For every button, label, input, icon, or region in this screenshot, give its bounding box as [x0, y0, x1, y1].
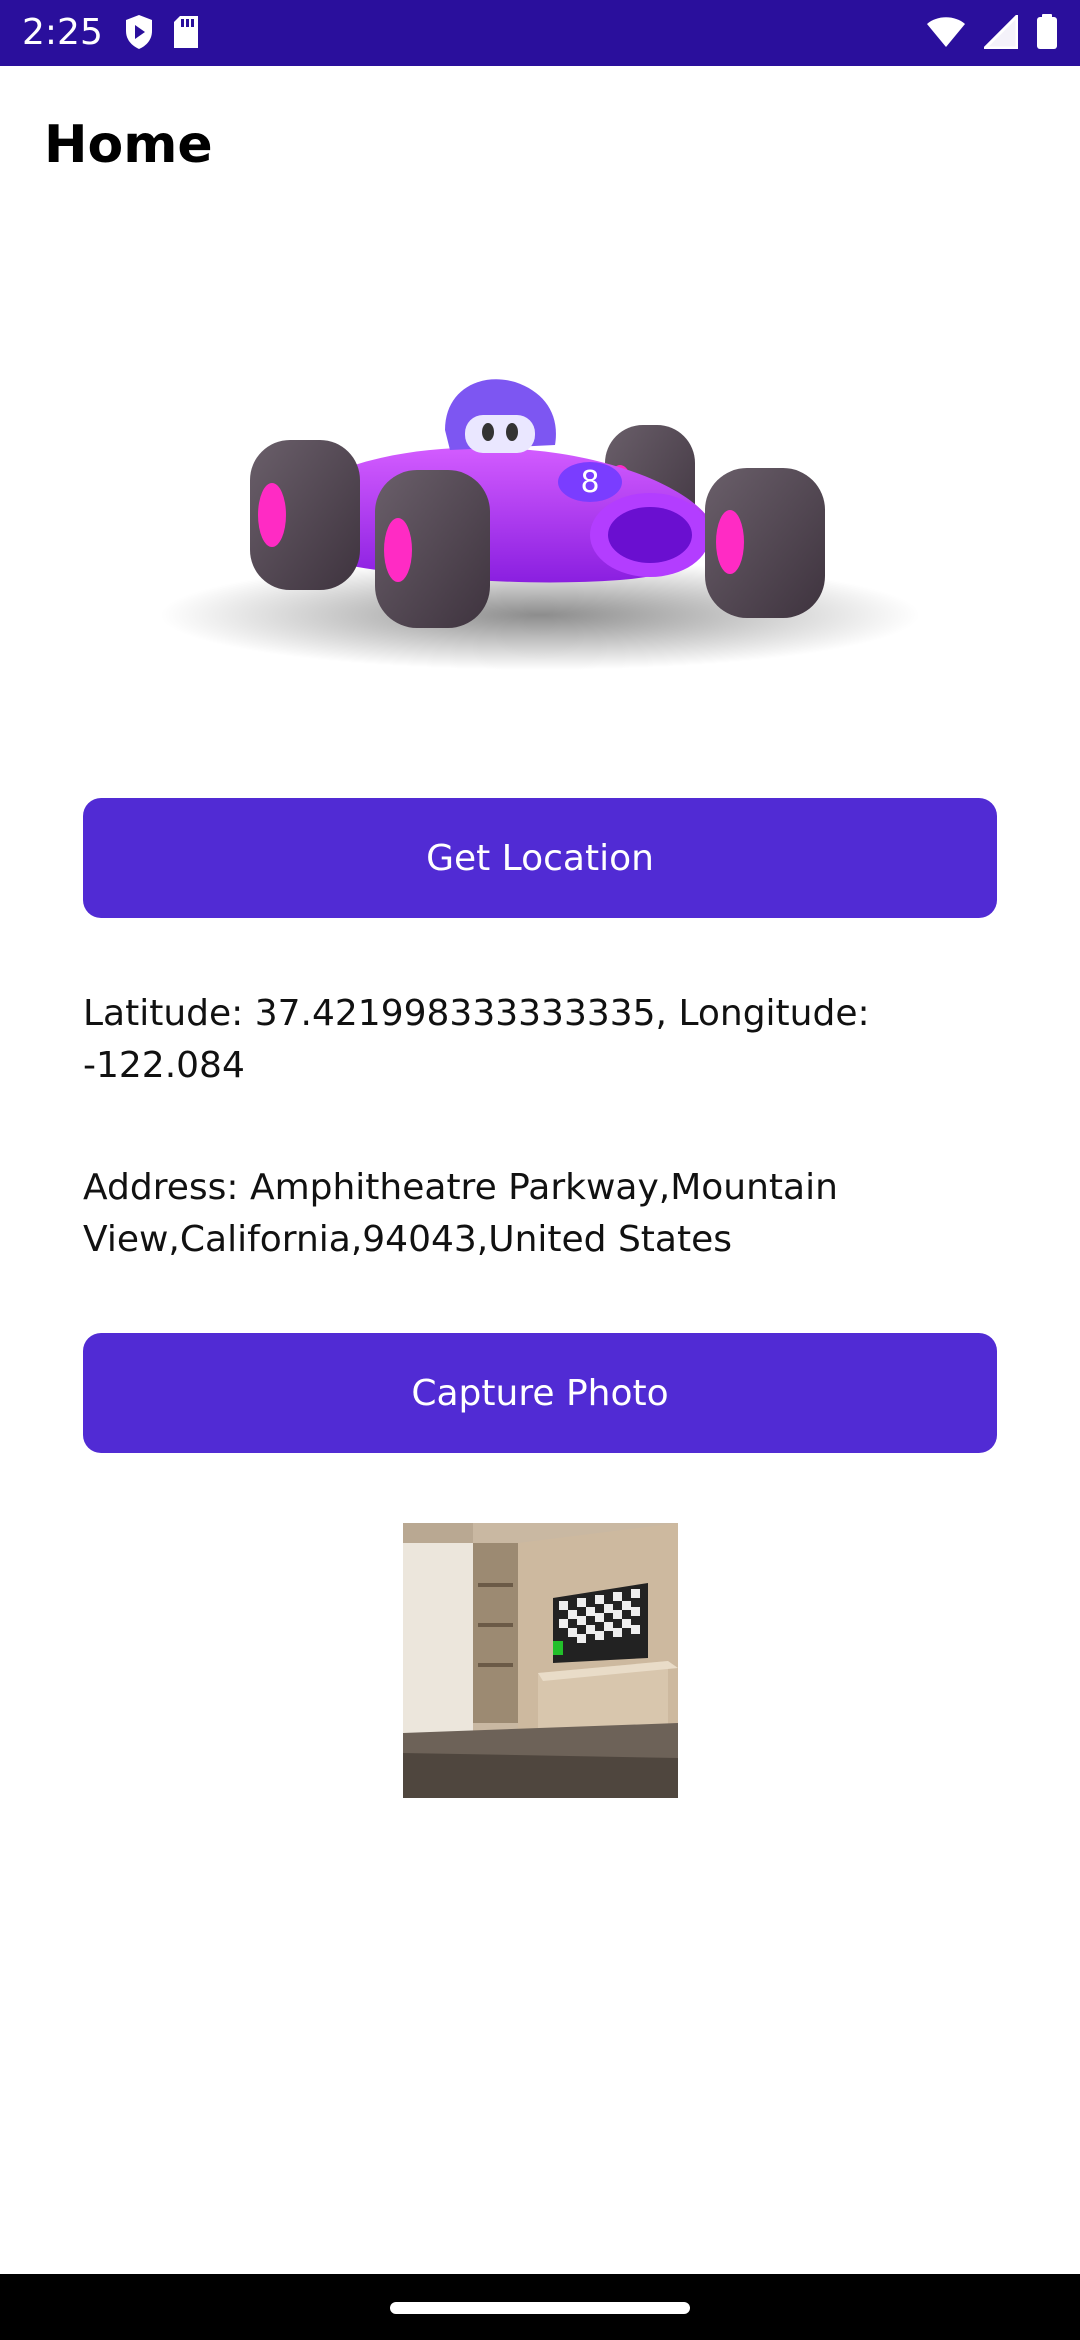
get-location-button[interactable]: Get Location: [83, 798, 997, 918]
battery-icon: [1036, 14, 1058, 50]
signal-icon: [984, 15, 1018, 49]
sd-card-icon: [172, 15, 200, 49]
coordinates-text: Latitude: 37.421998333333335, Longitude:…: [83, 993, 870, 1086]
captured-room-photo: [403, 1523, 678, 1798]
status-time: 2:25: [22, 12, 103, 53]
wifi-icon: [926, 15, 966, 49]
navigation-bar: [0, 2274, 1080, 2340]
shield-play-icon: [124, 14, 154, 50]
address-text: Address: Amphitheatre Parkway,Mountain V…: [83, 1167, 838, 1260]
home-indicator[interactable]: [390, 2302, 690, 2314]
svg-text:8: 8: [580, 465, 599, 500]
status-bar: 2:25: [0, 0, 1080, 66]
capture-photo-button[interactable]: Capture Photo: [83, 1333, 997, 1453]
race-car-bot-icon: 8: [150, 320, 930, 700]
page-title: Home: [44, 115, 213, 175]
